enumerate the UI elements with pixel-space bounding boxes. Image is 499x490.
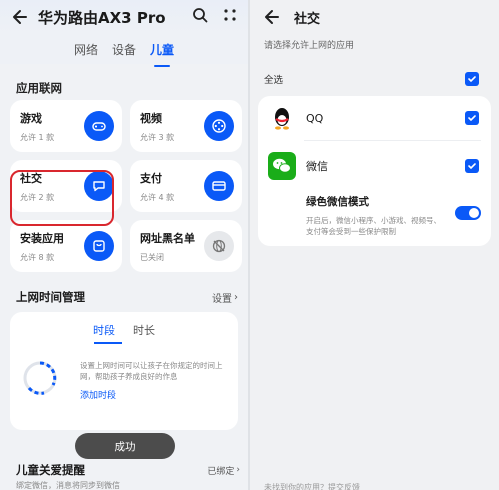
green-mode-toggle[interactable] [455,206,481,220]
time-management-header: 上网时间管理 设置 › [0,282,248,312]
mode-description: 开启后，微信小程序、小游戏、视频号、支付等会受到一些保护限制 [306,216,441,236]
tab-children[interactable]: 儿童 [150,37,174,62]
screen: 华为路由AX3 Pro 网络 设备 儿童 应用联网 游戏 允许 1 款 视频 允… [0,0,499,490]
tab-indicator [94,342,122,344]
left-header: 华为路由AX3 Pro [0,0,248,34]
app-name: QQ [306,111,324,125]
search-icon[interactable] [192,7,208,27]
section-title-apps: 应用联网 [16,81,62,95]
app-name: 微信 [306,160,328,173]
divider [304,140,481,141]
select-all-label: 全选 [264,75,284,86]
top-tabs: 网络 设备 儿童 [0,34,248,64]
chevron-right-icon: › [236,465,240,475]
care-title: 儿童关爱提醒 [16,463,85,477]
tab-time-slot[interactable]: 时段 [93,322,115,338]
care-reminder[interactable]: 儿童关爱提醒 已绑定 › 绑定微信，消息将同步到微信 [0,458,248,490]
select-hint: 请选择允许上网的应用 [264,41,355,51]
right-header: 社交 [250,0,499,34]
page-title: 社交 [294,11,321,27]
app-list-card: QQ 微信 绿色微信模式 开启后，微信小程序、小游戏、视频号、支付等会受到一些保… [258,96,491,246]
video-reel-icon [204,111,234,141]
back-arrow-icon[interactable] [10,7,30,27]
tab-devices[interactable]: 设备 [112,37,136,62]
category-card-games[interactable]: 游戏 允许 1 款 [10,100,122,152]
category-card-video[interactable]: 视频 允许 3 款 [130,100,242,152]
time-card: 时段 时长 设置上网时间可以让孩子在你规定的时间上网，帮助孩子养成良好的作息 添… [10,312,238,430]
page-title: 华为路由AX3 Pro [38,8,166,27]
section-title-time: 上网时间管理 [16,290,85,304]
card-icon [204,171,234,201]
settings-label: 设置 [212,293,232,305]
time-settings-link[interactable]: 设置 › [212,290,238,305]
care-status: 已绑定 [207,466,235,477]
wechat-checkbox[interactable] [465,159,479,173]
clock-dial-icon [20,358,60,398]
tab-duration[interactable]: 时长 [133,322,155,338]
feedback-footer[interactable]: 未找到你的应用？提交反馈 [264,482,360,490]
app-row-wechat[interactable]: 微信 [268,152,328,180]
category-card-install[interactable]: 安装应用 允许 8 款 [10,220,122,272]
add-time-slot-link[interactable]: 添加时段 [80,388,116,401]
mode-title: 绿色微信模式 [306,196,369,208]
app-category-grid: 游戏 允许 1 款 视频 允许 3 款 社交 允许 2 款 支付 允许 4 款 … [0,100,248,272]
success-toast: 成功 [75,433,175,459]
category-card-blacklist[interactable]: 网址黑名单 已关闭 [130,220,242,272]
tab-network[interactable]: 网络 [74,37,98,62]
select-all-checkbox[interactable] [465,72,479,86]
qq-penguin-icon [268,104,296,132]
category-card-social[interactable]: 社交 允许 2 款 [10,160,122,212]
social-apps-panel: 社交 请选择允许上网的应用 全选 QQ 微信 绿色微信模式 开启后，微信小程序、… [250,0,499,490]
bag-icon [84,231,114,261]
care-description: 绑定微信，消息将同步到微信 [16,481,120,490]
select-all-row[interactable]: 全选 [250,66,499,92]
category-card-payment[interactable]: 支付 允许 4 款 [130,160,242,212]
app-row-qq[interactable]: QQ [268,104,323,132]
chevron-right-icon: › [234,291,238,303]
gamepad-icon [84,111,114,141]
more-dots-icon[interactable] [222,7,238,27]
wechat-icon [268,152,296,180]
time-description: 设置上网时间可以让孩子在你规定的时间上网，帮助孩子养成良好的作息 [80,361,223,381]
chat-bubble-icon [84,171,114,201]
qq-checkbox[interactable] [465,111,479,125]
back-arrow-icon[interactable] [262,7,282,27]
globe-blocked-icon [204,231,234,261]
router-children-panel: 华为路由AX3 Pro 网络 设备 儿童 应用联网 游戏 允许 1 款 视频 允… [0,0,250,490]
green-wechat-mode: 绿色微信模式 开启后，微信小程序、小游戏、视频号、支付等会受到一些保护限制 [306,194,446,237]
